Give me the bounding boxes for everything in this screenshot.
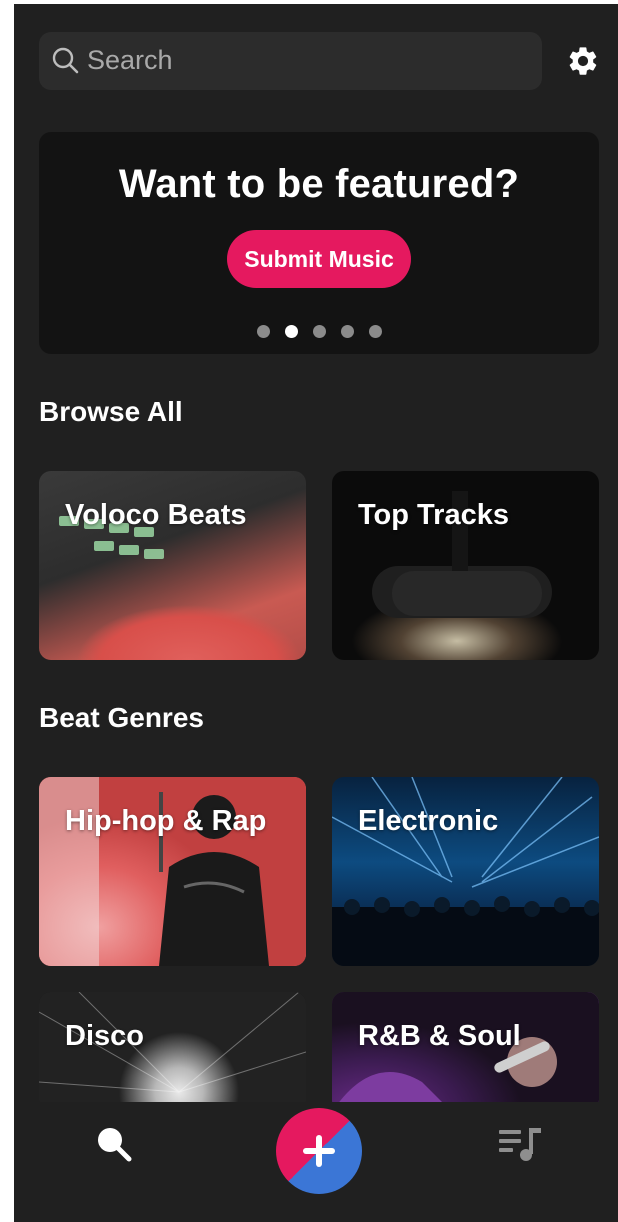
- create-button[interactable]: [276, 1108, 362, 1194]
- banner-title: Want to be featured?: [118, 162, 520, 206]
- search-icon: [52, 47, 79, 74]
- plus-icon: [303, 1135, 335, 1167]
- card-voloco-beats[interactable]: Voloco Beats: [39, 471, 306, 660]
- card-hip-hop-rap[interactable]: Hip-hop & Rap: [39, 777, 306, 966]
- browse-all-heading: Browse All: [39, 396, 183, 427]
- card-label: Electronic: [358, 805, 499, 837]
- search-bar[interactable]: [39, 32, 542, 90]
- carousel-dot[interactable]: [256, 325, 270, 338]
- carousel-dot[interactable]: [340, 325, 354, 338]
- card-label: Disco: [65, 1020, 144, 1052]
- bottom-navigation: [14, 1102, 618, 1222]
- featured-banner: Want to be featured? Submit Music: [39, 132, 599, 354]
- carousel-dot[interactable]: [368, 325, 382, 338]
- card-disco[interactable]: Disco: [39, 992, 306, 1112]
- card-label: Top Tracks: [358, 499, 509, 531]
- gear-icon: [569, 47, 597, 75]
- card-top-tracks[interactable]: Top Tracks: [332, 471, 599, 660]
- search-input[interactable]: [87, 40, 527, 80]
- card-rnb-soul[interactable]: R&B & Soul: [332, 992, 599, 1112]
- card-label: Hip-hop & Rap: [65, 805, 267, 837]
- music-library-icon[interactable]: [499, 1126, 545, 1162]
- beat-genres-heading: Beat Genres: [39, 702, 204, 733]
- submit-music-button[interactable]: Submit Music: [227, 230, 411, 288]
- settings-button[interactable]: [564, 42, 602, 80]
- card-label: R&B & Soul: [358, 1020, 521, 1052]
- carousel-dot[interactable]: [312, 325, 326, 338]
- card-electronic[interactable]: Electronic: [332, 777, 599, 966]
- carousel-dots: [39, 325, 599, 338]
- app-screen: Want to be featured? Submit Music Browse…: [14, 4, 618, 1222]
- search-icon[interactable]: [94, 1124, 134, 1164]
- card-label: Voloco Beats: [65, 499, 247, 531]
- carousel-dot-active[interactable]: [284, 325, 298, 338]
